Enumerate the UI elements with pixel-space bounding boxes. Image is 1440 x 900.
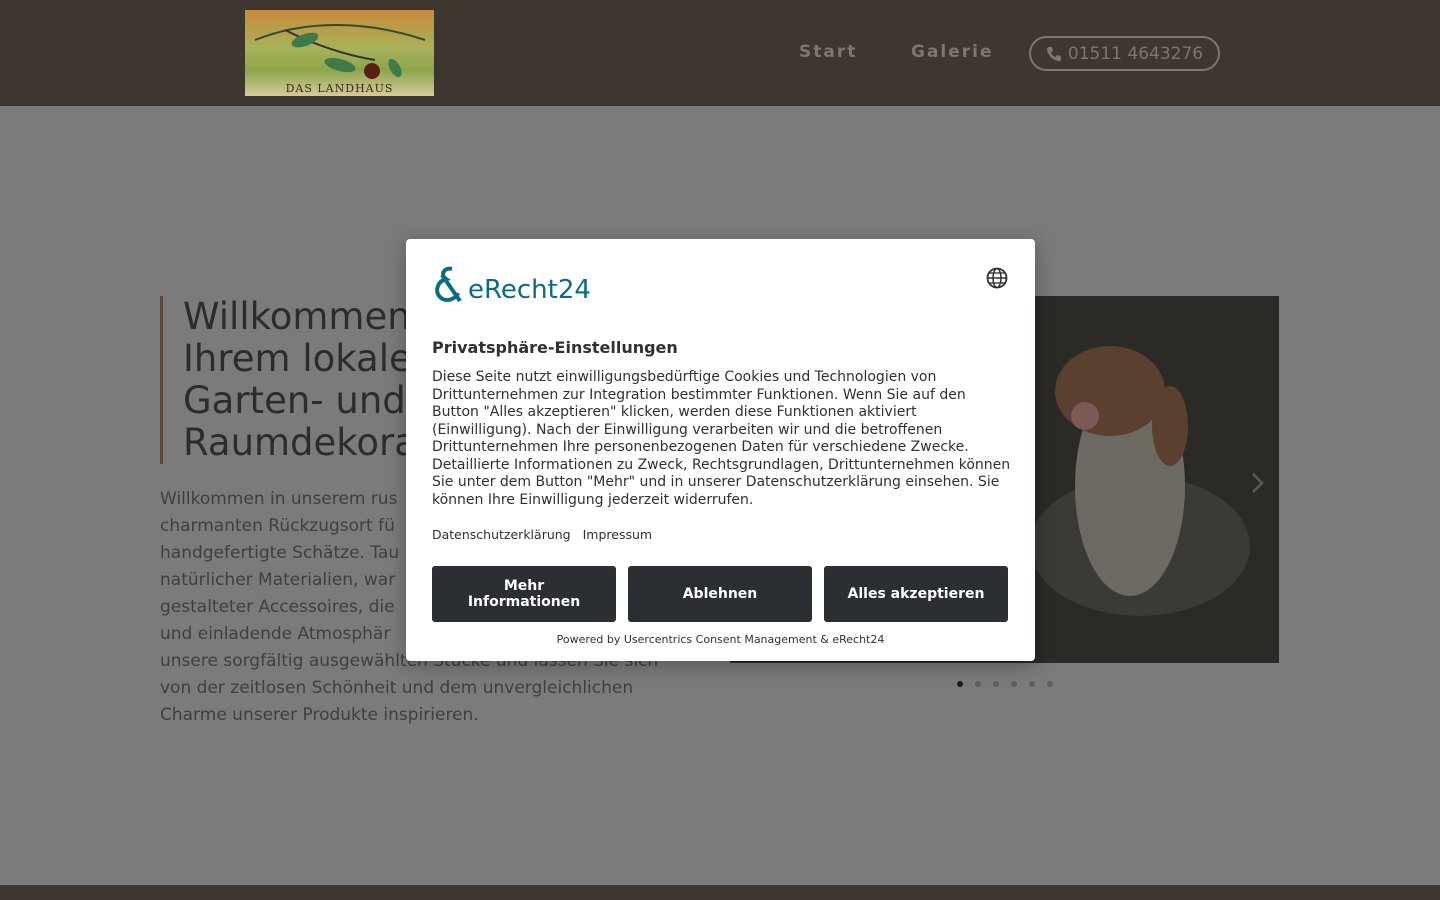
brand-name: eRecht24 bbox=[468, 275, 591, 305]
footer-strip bbox=[0, 885, 1440, 900]
nav-gallery[interactable]: Galerie bbox=[911, 42, 994, 62]
deny-button[interactable]: Ablehnen bbox=[628, 566, 812, 622]
slider-next-arrow[interactable] bbox=[1249, 470, 1267, 496]
slider-dots bbox=[957, 681, 1053, 687]
nav-start[interactable]: Start bbox=[799, 42, 857, 62]
slider-dot[interactable] bbox=[975, 681, 981, 687]
phone-number: 01511 4643276 bbox=[1067, 43, 1204, 64]
slider-dot[interactable] bbox=[1047, 681, 1053, 687]
slider-dot[interactable] bbox=[957, 681, 963, 687]
site-header: DAS LANDHAUS Start Galerie 01511 4643276 bbox=[0, 0, 1440, 106]
imprint-link[interactable]: Impressum bbox=[583, 527, 652, 542]
consent-dialog: eRecht24 Privatsphäre-Einstellungen Dies… bbox=[406, 239, 1035, 661]
accept-all-button[interactable]: Alles akzeptieren bbox=[824, 566, 1008, 622]
consent-links: Datenschutzerklärung Impressum bbox=[432, 527, 652, 542]
site-logo[interactable]: DAS LANDHAUS bbox=[245, 10, 434, 96]
slider-dot[interactable] bbox=[1011, 681, 1017, 687]
slide-image bbox=[1030, 346, 1250, 616]
brand-logo: eRecht24 bbox=[432, 265, 591, 305]
language-globe-icon[interactable] bbox=[986, 267, 1008, 289]
powered-by-text: Powered by Usercentrics Consent Manageme… bbox=[556, 633, 885, 646]
consent-body: Diese Seite nutzt einwilligungsbedürftig… bbox=[432, 369, 1011, 508]
logo-text: DAS LANDHAUS bbox=[285, 82, 394, 95]
more-info-button[interactable]: Mehr Informationen bbox=[432, 566, 616, 622]
erecht24-logo-icon bbox=[435, 266, 462, 303]
slider-dot[interactable] bbox=[993, 681, 999, 687]
more-info-label: Mehr Informationen bbox=[467, 578, 581, 610]
slider-dot[interactable] bbox=[1029, 681, 1035, 687]
phone-button[interactable]: 01511 4643276 bbox=[1029, 36, 1220, 71]
consent-title: Privatsphäre-Einstellungen bbox=[432, 338, 678, 357]
phone-icon bbox=[1046, 46, 1061, 61]
privacy-policy-link[interactable]: Datenschutzerklärung bbox=[432, 527, 571, 542]
chevron-right-icon bbox=[1252, 473, 1264, 493]
